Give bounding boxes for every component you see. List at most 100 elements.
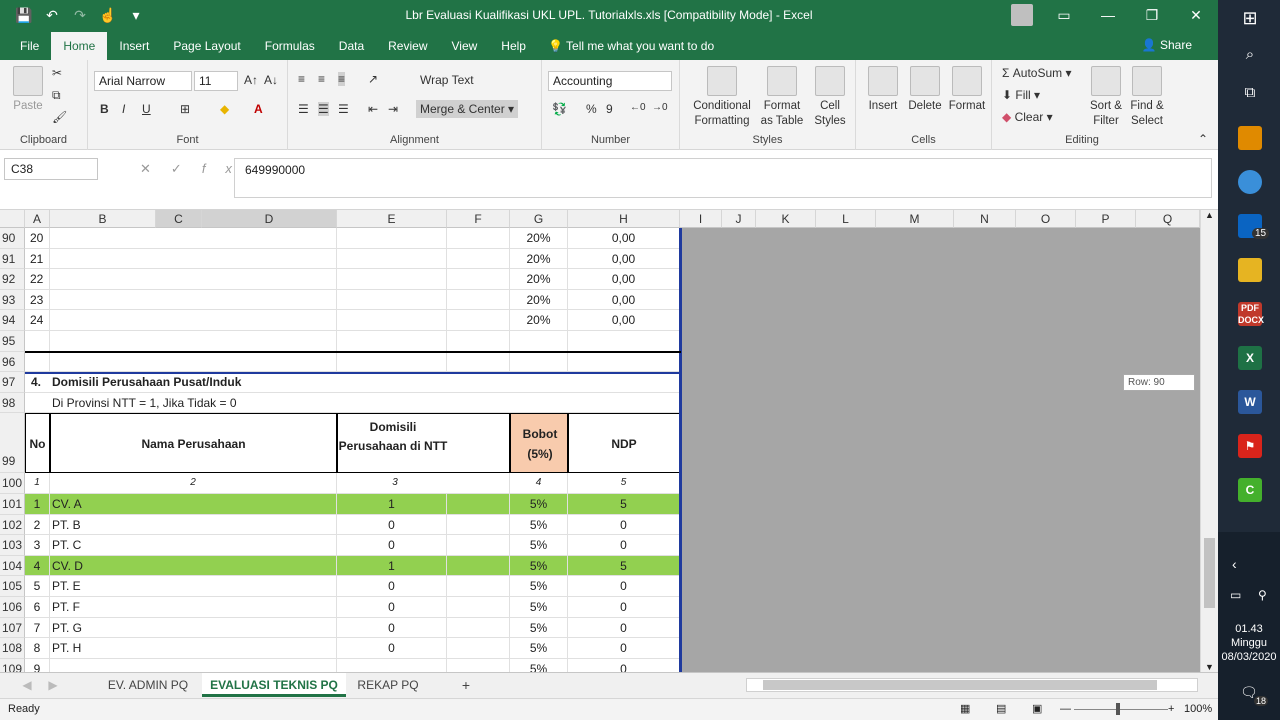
- column-header-j[interactable]: J: [722, 210, 756, 228]
- company-no-101[interactable]: 1: [25, 494, 50, 515]
- cell-a93[interactable]: 23: [25, 289, 50, 311]
- cell-e90[interactable]: [337, 228, 447, 249]
- section-note[interactable]: Di Provinsi NTT = 1, Jika Tidak = 0: [50, 392, 680, 414]
- conditional-formatting-button[interactable]: Conditional Formatting: [686, 66, 758, 129]
- company-ndp-105[interactable]: 0: [568, 576, 680, 597]
- zoom-out-icon[interactable]: —: [1060, 699, 1071, 719]
- undo-icon[interactable]: ↶: [42, 7, 62, 24]
- page-break-view-icon[interactable]: ▣: [1032, 699, 1042, 719]
- cell-h95[interactable]: [568, 331, 680, 352]
- align-left-icon[interactable]: ☰: [298, 102, 309, 116]
- cell-f90[interactable]: [447, 228, 510, 249]
- column-header-n[interactable]: N: [954, 210, 1016, 228]
- borders-icon[interactable]: ⊞: [180, 102, 190, 116]
- tab-data[interactable]: Data: [327, 32, 376, 60]
- cell-f92[interactable]: [447, 269, 510, 290]
- cell-h96[interactable]: [568, 351, 680, 373]
- row-header-90[interactable]: 90: [0, 228, 25, 249]
- column-header-q[interactable]: Q: [1136, 210, 1200, 228]
- formula-input[interactable]: 649990000: [234, 158, 1212, 198]
- header-bobot[interactable]: Bobot (5%): [510, 413, 568, 474]
- network-icon[interactable]: ⚲: [1258, 588, 1267, 602]
- company-name-108[interactable]: PT. H: [50, 638, 337, 659]
- cell-a92[interactable]: 22: [25, 269, 50, 290]
- number-format-select[interactable]: Accounting: [548, 71, 672, 91]
- column-header-a[interactable]: A: [25, 210, 50, 228]
- row-header-107[interactable]: 107: [0, 617, 25, 639]
- cell-e92[interactable]: [337, 269, 447, 290]
- cell-b95[interactable]: [50, 331, 337, 352]
- row-header-96[interactable]: 96: [0, 351, 25, 373]
- save-icon[interactable]: 💾: [14, 7, 34, 24]
- company-ndp-108[interactable]: 0: [568, 638, 680, 659]
- company-bobot-102[interactable]: 5%: [510, 514, 568, 536]
- company-no-106[interactable]: 6: [25, 597, 50, 618]
- tab-insert[interactable]: Insert: [107, 32, 161, 60]
- index-4[interactable]: 4: [510, 473, 568, 494]
- decrease-decimal-icon[interactable]: →0: [652, 102, 668, 113]
- cell-h94[interactable]: 0,00: [568, 310, 680, 331]
- cut-icon[interactable]: ✂: [52, 66, 62, 80]
- cell-f95[interactable]: [447, 331, 510, 352]
- company-no-104[interactable]: 4: [25, 555, 50, 577]
- company-name-101[interactable]: CV. A: [50, 494, 337, 515]
- header-no[interactable]: No: [25, 413, 50, 474]
- align-right-icon[interactable]: ☰: [338, 102, 349, 116]
- column-header-h[interactable]: H: [568, 210, 680, 228]
- company-domisili-106[interactable]: 0: [337, 597, 447, 618]
- column-header-g[interactable]: G: [510, 210, 568, 228]
- fill-color-icon[interactable]: ◆: [220, 102, 229, 116]
- company-f-102[interactable]: [447, 514, 510, 536]
- row-header-98[interactable]: 98: [0, 392, 25, 414]
- index-5[interactable]: 5: [568, 473, 680, 494]
- row-header-95[interactable]: 95: [0, 331, 25, 352]
- cell-a96[interactable]: [25, 351, 50, 373]
- company-bobot-106[interactable]: 5%: [510, 597, 568, 618]
- cell-f96[interactable]: [447, 351, 510, 373]
- font-size-select[interactable]: 11: [194, 71, 238, 91]
- close-button[interactable]: ✕: [1174, 0, 1218, 30]
- cell-h93[interactable]: 0,00: [568, 289, 680, 311]
- company-domisili-104[interactable]: 1: [337, 555, 447, 577]
- tell-me-box[interactable]: 💡 Tell me what you want to do: [548, 32, 714, 60]
- cell-styles-button[interactable]: Cell Styles: [808, 66, 852, 129]
- column-header-b[interactable]: B: [50, 210, 156, 228]
- column-header-i[interactable]: I: [680, 210, 722, 228]
- row-header-91[interactable]: 91: [0, 248, 25, 270]
- zoom-level[interactable]: 100%: [1184, 699, 1212, 719]
- windows-start-icon[interactable]: ⊞: [1238, 8, 1262, 32]
- decrease-indent-icon[interactable]: ⇤: [368, 102, 378, 116]
- tab-formulas[interactable]: Formulas: [253, 32, 327, 60]
- company-name-106[interactable]: PT. F: [50, 597, 337, 618]
- company-domisili-103[interactable]: 0: [337, 535, 447, 556]
- cell-g95[interactable]: [510, 331, 568, 352]
- company-domisili-108[interactable]: 0: [337, 638, 447, 659]
- company-no-103[interactable]: 3: [25, 535, 50, 556]
- company-ndp-106[interactable]: 0: [568, 597, 680, 618]
- comma-button[interactable]: 9: [606, 102, 613, 116]
- section-title[interactable]: Domisili Perusahaan Pusat/Induk: [50, 372, 680, 393]
- company-f-103[interactable]: [447, 535, 510, 556]
- row-header-97[interactable]: 97: [0, 372, 25, 393]
- cell-a94[interactable]: 24: [25, 310, 50, 331]
- company-bobot-101[interactable]: 5%: [510, 494, 568, 515]
- tab-view[interactable]: View: [440, 32, 490, 60]
- cell-b96[interactable]: [50, 351, 337, 373]
- row-header-108[interactable]: 108: [0, 638, 25, 659]
- align-center-icon[interactable]: ☰: [318, 102, 329, 116]
- fill-button[interactable]: ⬇ Fill ▾: [1002, 88, 1040, 102]
- cell-b91[interactable]: [50, 248, 337, 270]
- column-header-k[interactable]: K: [756, 210, 816, 228]
- collapse-ribbon-icon[interactable]: ⌃: [1198, 132, 1208, 146]
- column-header-e[interactable]: E: [337, 210, 447, 228]
- cell-b93[interactable]: [50, 289, 337, 311]
- zoom-slider[interactable]: [1074, 709, 1168, 710]
- company-f-101[interactable]: [447, 494, 510, 515]
- cell-f94[interactable]: [447, 310, 510, 331]
- cell-b90[interactable]: [50, 228, 337, 249]
- increase-decimal-icon[interactable]: ←0: [630, 102, 646, 113]
- font-color-icon[interactable]: A: [254, 102, 263, 116]
- cell-a95[interactable]: [25, 331, 50, 352]
- h-scroll-thumb[interactable]: [763, 680, 1157, 690]
- touch-mode-icon[interactable]: ☝: [98, 7, 118, 24]
